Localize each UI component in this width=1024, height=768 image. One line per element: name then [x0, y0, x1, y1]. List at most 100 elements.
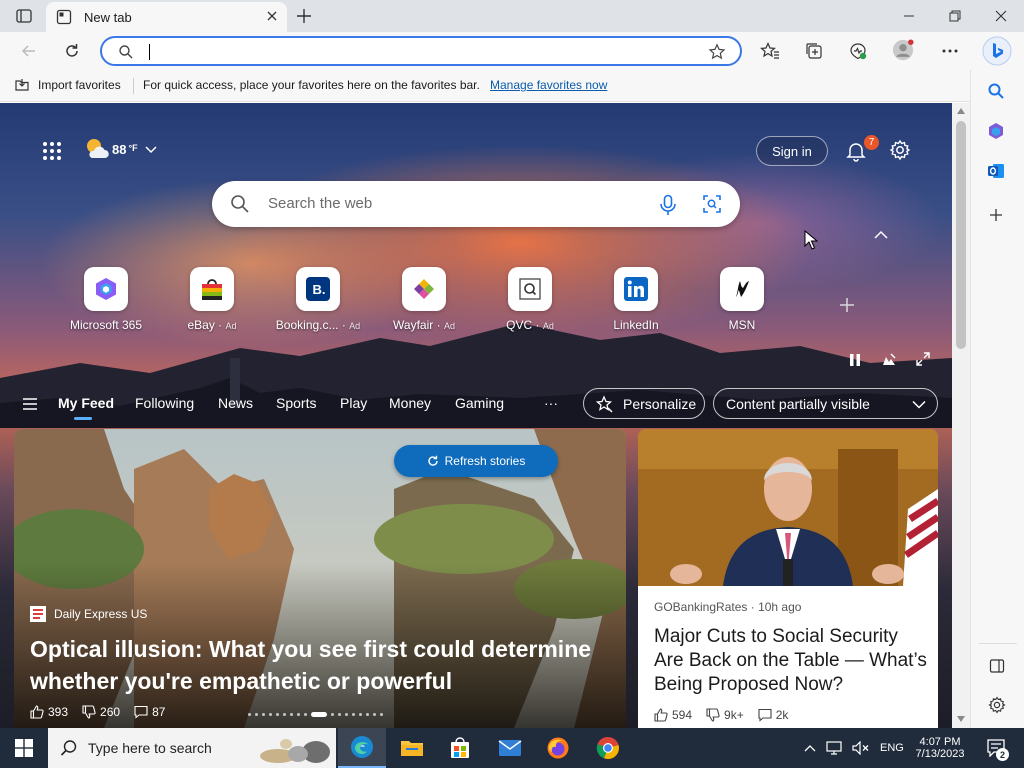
carousel-dot[interactable]	[276, 713, 279, 716]
personalize-button[interactable]: Personalize	[583, 388, 705, 419]
quicklink-msn[interactable]: MSN	[692, 267, 792, 332]
close-tab-icon[interactable]	[265, 9, 279, 23]
like-button[interactable]: 393	[30, 705, 68, 719]
scrollbar-thumb[interactable]	[956, 121, 966, 349]
visual-search-icon[interactable]	[702, 194, 722, 214]
carousel-dot[interactable]	[373, 713, 376, 716]
quicklink-ebay[interactable]: eBay · Ad	[162, 267, 262, 332]
sidebar-search-icon[interactable]	[987, 82, 1005, 100]
article-headline[interactable]: Major Cuts to Social Security Are Back o…	[654, 625, 928, 697]
tab-following[interactable]: Following	[135, 395, 194, 411]
favorite-star-icon[interactable]	[708, 43, 726, 61]
import-favorites-button[interactable]: Import favorites	[14, 77, 121, 93]
collections-icon[interactable]	[803, 40, 825, 62]
tab-my-feed[interactable]: My Feed	[58, 395, 114, 411]
tab-actions-icon[interactable]	[8, 5, 40, 27]
taskbar-firefox-icon[interactable]	[534, 728, 582, 768]
feed-card-side[interactable]: GOBankingRates · 10h ago Major Cuts to S…	[638, 429, 938, 728]
profile-avatar[interactable]	[892, 39, 914, 61]
carousel-dot[interactable]	[297, 713, 300, 716]
carousel-dot[interactable]	[283, 713, 286, 716]
favorites-icon[interactable]	[759, 40, 781, 62]
dislike-button[interactable]: 260	[82, 705, 120, 719]
carousel-dot[interactable]	[331, 713, 334, 716]
article-headline[interactable]: Optical illusion: What you see first cou…	[30, 633, 610, 697]
quicklink-wayfair[interactable]: Wayfair · Ad	[374, 267, 474, 332]
expand-icon[interactable]	[916, 352, 930, 366]
carousel-dot[interactable]	[262, 713, 265, 716]
carousel-dot[interactable]	[380, 713, 383, 716]
sidebar-add-icon[interactable]	[988, 207, 1004, 223]
tab-new-tab[interactable]: New tab	[46, 2, 287, 32]
bing-copilot-icon[interactable]	[982, 36, 1012, 66]
dislike-button[interactable]: 9k+	[706, 708, 744, 722]
sidebar-settings-gear-icon[interactable]	[988, 696, 1006, 714]
like-button[interactable]: 594	[654, 708, 692, 722]
new-tab-button[interactable]	[293, 5, 315, 27]
settings-more-icon[interactable]	[939, 40, 961, 62]
tab-sports[interactable]: Sports	[276, 395, 316, 411]
browser-essentials-icon[interactable]	[847, 40, 869, 62]
sign-in-button[interactable]: Sign in	[756, 136, 828, 166]
taskbar-search-box[interactable]: Type here to search	[48, 728, 336, 768]
quicklink-qvc[interactable]: QVC · Ad	[480, 267, 580, 332]
taskbar-chrome-icon[interactable]	[584, 728, 632, 768]
refresh-stories-button[interactable]: Refresh stories	[394, 445, 558, 477]
carousel-dot[interactable]	[345, 713, 348, 716]
quicklink-booking[interactable]: B. Booking.c... · Ad	[268, 267, 368, 332]
carousel-dot[interactable]	[290, 713, 293, 716]
windows-start-icon[interactable]	[0, 728, 48, 768]
tab-money[interactable]: Money	[389, 395, 431, 411]
clock[interactable]: 4:07 PM 7/13/2023	[914, 728, 966, 768]
scroll-down-arrow-icon[interactable]	[957, 716, 965, 722]
carousel-dot[interactable]	[338, 713, 341, 716]
refresh-icon[interactable]	[61, 40, 83, 62]
carousel-dot[interactable]	[366, 713, 369, 716]
taskbar-mail-icon[interactable]	[486, 728, 534, 768]
comment-button[interactable]: 2k	[758, 708, 788, 722]
tab-play[interactable]: Play	[340, 395, 367, 411]
background-info-icon[interactable]	[882, 353, 896, 367]
network-icon[interactable]	[826, 741, 842, 755]
carousel-dots[interactable]	[248, 712, 383, 717]
taskbar-file-explorer-icon[interactable]	[388, 728, 436, 768]
carousel-dot[interactable]	[359, 713, 362, 716]
more-tabs-button[interactable]: ···	[544, 395, 558, 411]
taskbar-store-icon[interactable]	[436, 728, 484, 768]
carousel-dot[interactable]	[352, 713, 355, 716]
carousel-dot[interactable]	[255, 713, 258, 716]
add-shortcut-icon[interactable]	[838, 296, 856, 314]
page-scrollbar[interactable]	[952, 103, 970, 728]
manage-favorites-link[interactable]: Manage favorites now	[490, 78, 607, 92]
quicklink-linkedin[interactable]: LinkedIn	[586, 267, 686, 332]
collapse-chevron-icon[interactable]	[873, 230, 889, 240]
page-settings-gear-icon[interactable]	[889, 139, 911, 161]
carousel-dot[interactable]	[304, 713, 307, 716]
weather-widget[interactable]: 88 °F	[84, 137, 158, 161]
minimize-button[interactable]	[886, 4, 932, 28]
tab-news[interactable]: News	[218, 395, 253, 411]
tray-overflow-chevron-icon[interactable]	[804, 744, 816, 752]
address-bar[interactable]	[100, 36, 742, 66]
content-visibility-dropdown[interactable]: Content partially visible	[713, 388, 938, 419]
input-language[interactable]: ENG	[880, 742, 904, 754]
carousel-dot[interactable]	[311, 712, 327, 717]
close-window-button[interactable]	[978, 4, 1024, 28]
apps-launcher-icon[interactable]	[42, 141, 62, 161]
sidebar-microsoft-365-icon[interactable]	[987, 122, 1005, 140]
comment-button[interactable]: 87	[134, 705, 165, 719]
microphone-icon[interactable]	[658, 194, 678, 216]
back-icon[interactable]	[18, 40, 40, 62]
carousel-dot[interactable]	[248, 713, 251, 716]
quicklink-microsoft-365[interactable]: Microsoft 365	[56, 267, 156, 332]
restore-button[interactable]	[932, 4, 978, 28]
sidebar-outlook-icon[interactable]	[987, 162, 1005, 180]
carousel-dot[interactable]	[269, 713, 272, 716]
action-center-button[interactable]: 2	[982, 728, 1010, 768]
volume-muted-icon[interactable]	[852, 741, 870, 755]
scroll-up-arrow-icon[interactable]	[957, 108, 965, 114]
pause-background-icon[interactable]	[848, 353, 862, 367]
sidebar-hide-icon[interactable]	[989, 658, 1005, 674]
web-search-box[interactable]: Search the web	[212, 181, 740, 227]
taskbar-edge-icon[interactable]	[338, 728, 386, 768]
